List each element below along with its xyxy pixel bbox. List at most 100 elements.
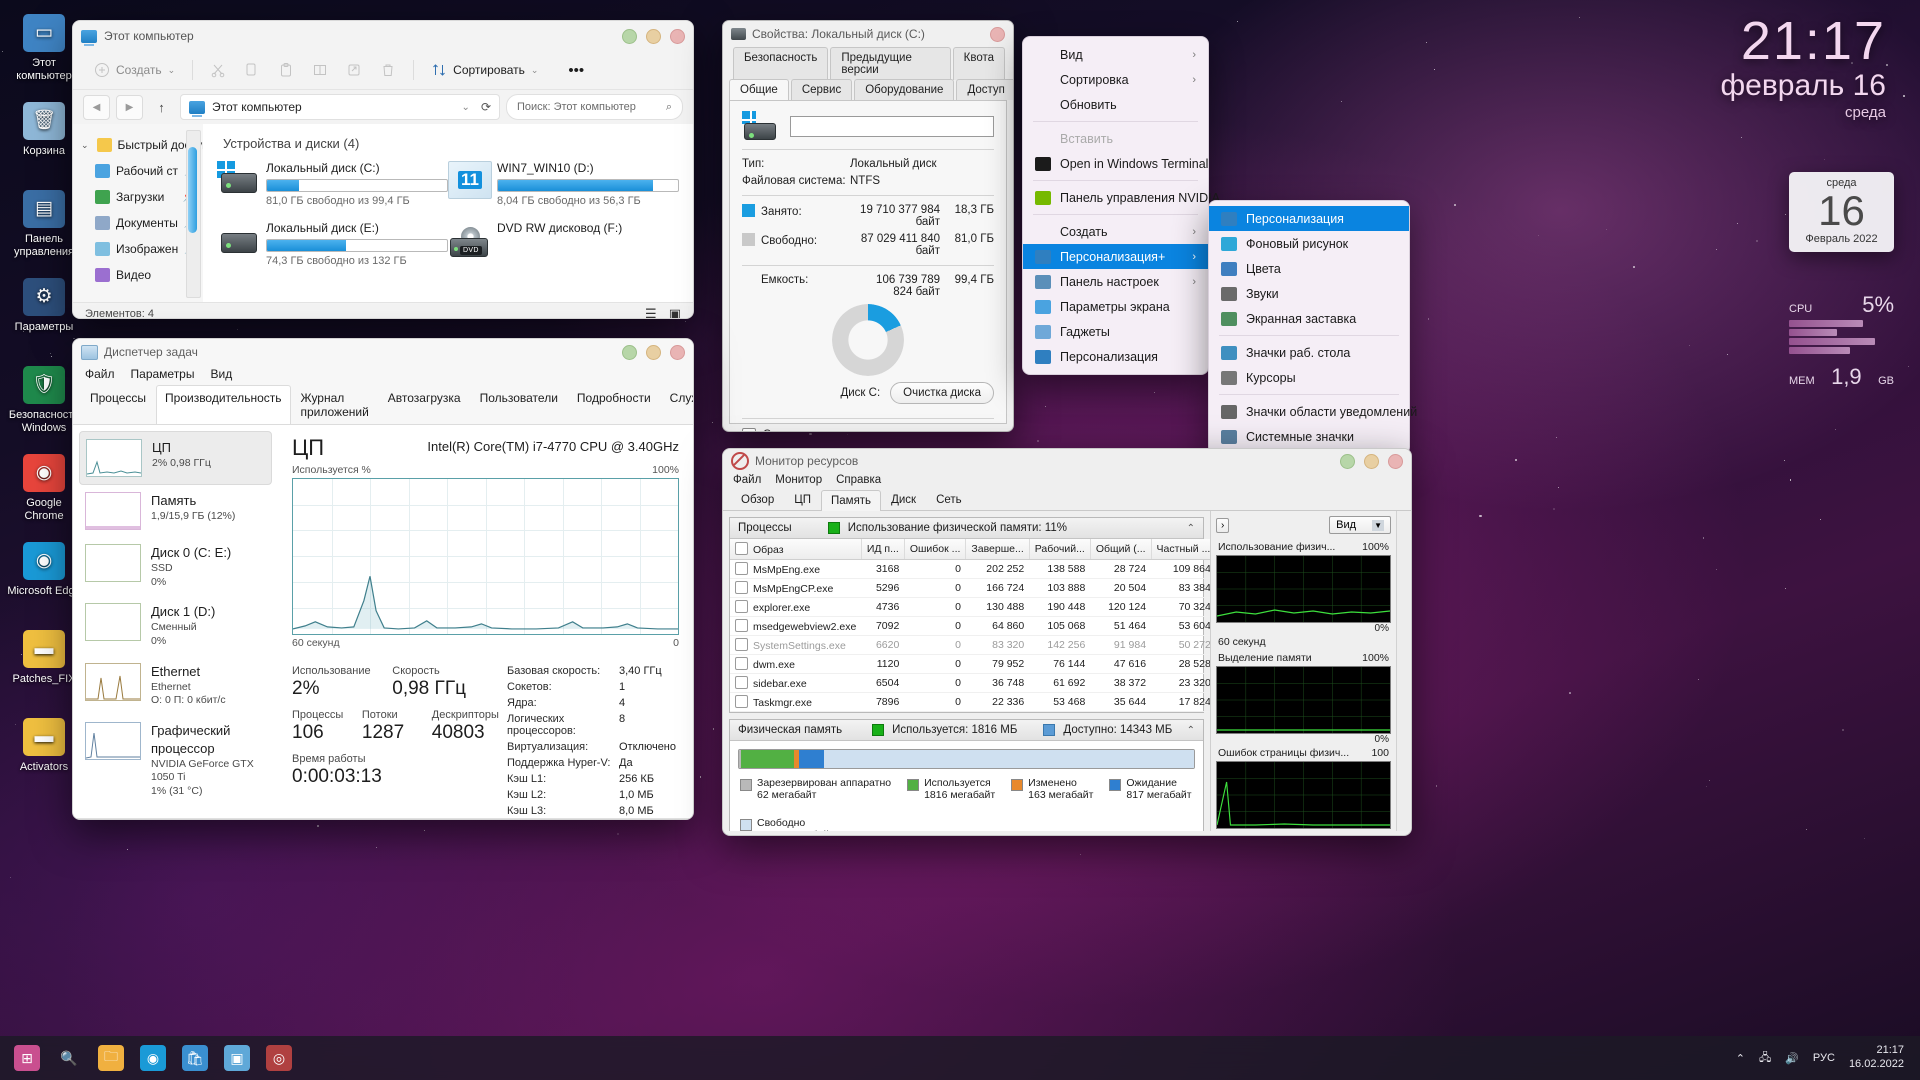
language-indicator[interactable]: РУС [1813, 1052, 1835, 1064]
network-icon[interactable]: 🖧 [1759, 1049, 1771, 1068]
nav-scrollbar[interactable] [186, 130, 201, 298]
window-controls[interactable] [622, 345, 685, 360]
column-3[interactable]: Заверше... [966, 539, 1029, 560]
resmon-tabs[interactable]: ОбзорЦППамятьДискСеть [723, 489, 1411, 511]
taskbar-store-icon[interactable]: 🛍 [182, 1045, 208, 1071]
close-button[interactable] [670, 29, 685, 44]
menu-item[interactable]: Панель управления NVIDIA [1023, 185, 1208, 210]
menu-Вид[interactable]: Вид [210, 367, 232, 381]
menu-item[interactable]: Сортировка› [1023, 67, 1208, 92]
disk-properties-dialog[interactable]: Свойства: Локальный диск (C:) Безопаснос… [722, 20, 1014, 432]
taskbar-file-explorer-icon[interactable]: 🗀 [98, 1045, 124, 1071]
tab-Автозагрузка[interactable]: Автозагрузка [379, 385, 470, 424]
share-button[interactable] [337, 57, 371, 83]
menu-Монитор[interactable]: Монитор [775, 474, 822, 486]
taskbar-start-icon[interactable]: ⊞ [14, 1045, 40, 1071]
row-checkbox[interactable] [735, 638, 748, 651]
table-row[interactable]: explorer.exe 4736 0 130 488 190 448 120 … [730, 598, 1210, 617]
menu-item[interactable]: Гаджеты [1023, 319, 1208, 344]
menu-item[interactable]: Персонализация [1023, 344, 1208, 369]
tab-ЦП[interactable]: ЦП [784, 489, 821, 510]
minimize-button[interactable] [1340, 454, 1355, 469]
perf-item-Память[interactable]: Память 1,9/15,9 ГБ (12%) [79, 485, 272, 537]
menu-Файл[interactable]: Файл [85, 367, 115, 381]
delete-button[interactable] [371, 57, 405, 83]
chevron-up-icon[interactable]: ⌃ [1187, 725, 1195, 736]
desktop-icon-edge-icon[interactable]: ◉ Microsoft Edge [6, 542, 82, 598]
processes-panel-header[interactable]: Процессы Использование физической памяти… [730, 518, 1203, 539]
table-row[interactable]: Taskmgr.exe 7896 0 22 336 53 468 35 644 … [730, 693, 1210, 712]
menu-item[interactable]: Панель настроек› [1023, 269, 1208, 294]
properties-tab-0[interactable]: Безопасность [733, 47, 828, 80]
desktop-icon-computer-icon[interactable]: ▭ Этот компьютер [6, 14, 82, 83]
drive-item[interactable]: DVD DVD RW дисковод (F:) [448, 221, 679, 267]
forward-button[interactable]: ▶ [116, 95, 143, 120]
column-2[interactable]: Ошибок ... [904, 539, 966, 560]
tab-Пользователи[interactable]: Пользователи [471, 385, 567, 424]
table-row[interactable]: msedgewebview2.exe 7092 0 64 860 105 068… [730, 617, 1210, 636]
rename-button[interactable] [303, 57, 337, 83]
column-4[interactable]: Рабочий... [1029, 539, 1090, 560]
menu-item[interactable]: Обновить [1023, 92, 1208, 117]
chevron-up-icon[interactable]: ⌃ [1736, 1052, 1745, 1065]
menu-item[interactable]: Создать› [1023, 219, 1208, 244]
process-table[interactable]: ОбразИД п...Ошибок ...Заверше...Рабочий.… [730, 539, 1210, 712]
resource-monitor-window[interactable]: Монитор ресурсов Файл Монитор Справка Обзо… [722, 448, 1412, 836]
view-mode-buttons[interactable]: ☰ ▣ [645, 306, 681, 320]
menu-Файл[interactable]: Файл [733, 474, 761, 486]
system-tray[interactable]: ⌃ 🖧 🔊 РУС 21:17 16.02.2022 [1736, 1044, 1920, 1072]
column-0[interactable]: Образ [730, 539, 861, 560]
nav-item-4[interactable]: Изображен 📌 [73, 236, 203, 262]
menu-item[interactable]: Цвета [1209, 256, 1409, 281]
taskbar-clock[interactable]: 21:17 16.02.2022 [1849, 1044, 1904, 1072]
column-1[interactable]: ИД п... [861, 539, 904, 560]
properties-tab-1[interactable]: Предыдущие версии [830, 47, 950, 80]
resmon-titlebar[interactable]: Монитор ресурсов [723, 449, 1411, 473]
explorer-toolbar[interactable]: Создать ⌄ Сортировать ⌄ ••• [73, 51, 693, 90]
desktop-icon-settings-icon[interactable]: ⚙ Параметры [6, 278, 82, 334]
menu-item[interactable]: Вставить [1023, 126, 1208, 151]
new-button[interactable]: Создать ⌄ [85, 57, 184, 83]
compress-checkbox[interactable] [742, 428, 756, 432]
properties-tab-2[interactable]: Квота [953, 47, 1005, 80]
tab-Память[interactable]: Память [821, 490, 881, 511]
properties-tab-Оборудование[interactable]: Оборудование [854, 79, 954, 100]
maximize-button[interactable] [1364, 454, 1379, 469]
maximize-button[interactable] [646, 345, 661, 360]
memory-panel-header[interactable]: Физическая память Используется: 1816 МБ … [730, 720, 1203, 741]
drive-item[interactable]: 11 WIN7_WIN10 (D:) 8,04 ГБ свободно из 5… [448, 161, 679, 207]
task-manager-window[interactable]: Диспетчер задач ФайлПараметрыВид Процесс… [72, 338, 694, 820]
desktop-icon-folder-icon[interactable]: ▬ Patches_FIX [6, 630, 82, 686]
menu-item[interactable]: Значки раб. стола [1209, 340, 1409, 365]
process-table-header[interactable]: ОбразИД п...Ошибок ...Заверше...Рабочий.… [730, 539, 1210, 560]
menu-Справка[interactable]: Справка [836, 474, 881, 486]
perf-item-ЦП[interactable]: ЦП 2% 0,98 ГГц [79, 431, 272, 485]
row-checkbox[interactable] [735, 600, 748, 613]
tab-Процессы[interactable]: Процессы [81, 385, 155, 424]
up-button[interactable]: ↑ [149, 96, 174, 119]
properties-tab-Сервис[interactable]: Сервис [791, 79, 852, 100]
explorer-titlebar[interactable]: Этот компьютер [73, 21, 693, 51]
volume-label-input[interactable] [790, 116, 994, 137]
row-checkbox[interactable] [735, 657, 748, 670]
menu-item[interactable]: Экранная заставка [1209, 306, 1409, 331]
back-button[interactable]: ◀ [83, 95, 110, 120]
copy-button[interactable] [235, 57, 269, 83]
details-view-icon[interactable]: ☰ [645, 306, 657, 320]
explorer-navigation-pane[interactable]: ⌄ Быстрый доступ Рабочий ст 📌 Загрузки 📌… [73, 124, 203, 302]
personalization-submenu[interactable]: ПерсонализацияФоновый рисунокЦветаЗвукиЭ… [1208, 200, 1410, 455]
sort-button[interactable]: Сортировать ⌄ [422, 57, 547, 83]
perf-item-Графический процессор[interactable]: Графический процессор NVIDIA GeForce GTX… [79, 715, 272, 806]
column-6[interactable]: Частный ... [1151, 539, 1210, 560]
drive-list[interactable]: Локальный диск (C:) 81,0 ГБ свободно из … [217, 161, 679, 281]
table-row[interactable]: SystemSettings.exe 6620 0 83 320 142 256… [730, 636, 1210, 655]
row-checkbox[interactable] [735, 676, 748, 689]
resmon-graph-sidebar[interactable]: › Вид ▼ Использование физич...100% 0% 60… [1210, 511, 1396, 831]
tab-Сеть[interactable]: Сеть [926, 489, 972, 510]
row-checkbox[interactable] [735, 695, 748, 708]
large-icons-view-icon[interactable]: ▣ [669, 306, 681, 320]
menu-item[interactable]: Фоновый рисунок [1209, 231, 1409, 256]
maximize-button[interactable] [646, 29, 661, 44]
table-row[interactable]: dwm.exe 1120 0 79 952 76 144 47 616 28 5… [730, 655, 1210, 674]
tab-Обзор[interactable]: Обзор [731, 489, 784, 510]
